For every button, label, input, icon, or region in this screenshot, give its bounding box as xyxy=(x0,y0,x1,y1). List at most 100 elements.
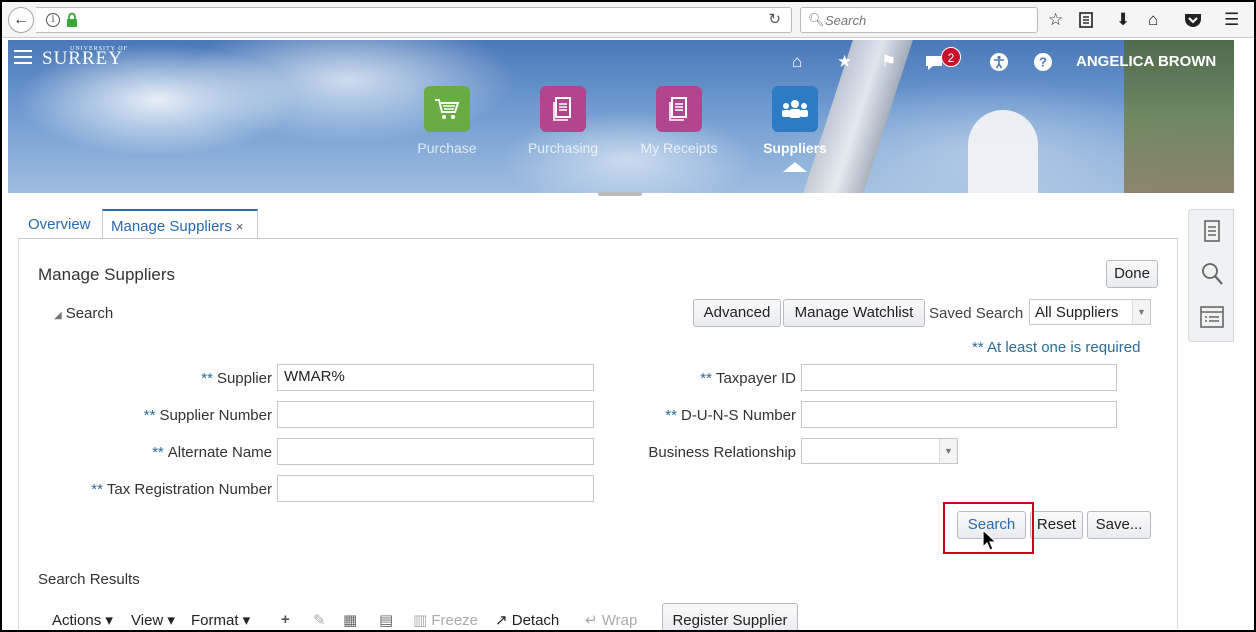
main-panel xyxy=(18,239,1178,630)
duns-number-input[interactable] xyxy=(801,401,1117,428)
pocket-icon[interactable] xyxy=(1184,12,1202,28)
lock-icon xyxy=(67,12,77,27)
manage-watchlist-button[interactable]: Manage Watchlist xyxy=(783,299,925,327)
navigator-menu-icon[interactable] xyxy=(14,50,32,64)
required-mark: ** xyxy=(665,407,677,424)
label-text: Supplier Number xyxy=(159,407,272,424)
done-button[interactable]: Done xyxy=(1106,260,1158,288)
filter-icon[interactable]: ▤ xyxy=(379,611,393,629)
app-suppliers[interactable]: Suppliers xyxy=(745,86,845,172)
flag-icon[interactable]: ⚑ xyxy=(881,52,896,72)
list-panel-icon[interactable] xyxy=(1199,303,1225,331)
home-icon[interactable]: ⌂ xyxy=(792,52,802,72)
label-text: Supplier xyxy=(216,370,272,387)
actions-label: Actions xyxy=(52,612,102,629)
banner-sculpture xyxy=(968,110,1038,193)
brand-text: SURREY xyxy=(42,48,123,69)
app-label: Purchase xyxy=(417,140,477,156)
wrap-button: ↵ Wrap xyxy=(585,612,638,629)
required-mark: ** xyxy=(700,370,712,387)
label-text: Alternate Name xyxy=(167,444,272,461)
business-relationship-select[interactable]: ▼ xyxy=(801,438,958,464)
reload-icon[interactable]: ↻ xyxy=(768,10,781,28)
business-relationship-label: Business Relationship xyxy=(602,444,796,461)
close-tab-icon[interactable]: × xyxy=(236,219,244,234)
search-section-header[interactable]: ◢ Search xyxy=(54,305,113,322)
back-arrow-icon[interactable]: ← xyxy=(8,7,34,33)
alternate-name-label: ** Alternate Name xyxy=(42,444,272,461)
supplier-label: ** Supplier xyxy=(42,370,272,387)
search-results-title: Search Results xyxy=(38,571,140,588)
app-frame: ← i ↻ 🔍︎ ☆ ⬇︎ ⌂ ☰ xyxy=(0,0,1256,632)
section-label: Search xyxy=(65,305,114,322)
help-icon[interactable]: ? xyxy=(1034,53,1052,71)
supplier-number-label: ** Supplier Number xyxy=(42,407,272,424)
supplier-input[interactable]: WMAR% xyxy=(277,364,594,391)
reading-list-icon[interactable] xyxy=(1078,12,1094,28)
browser-toolbar: ← i ↻ 🔍︎ ☆ ⬇︎ ⌂ ☰ xyxy=(2,2,1254,38)
detach-button[interactable]: ↗ Detach xyxy=(495,611,559,629)
menu-icon[interactable]: ☰ xyxy=(1224,10,1239,30)
tasks-icon[interactable] xyxy=(1199,218,1225,246)
actions-menu[interactable]: Actions ▾ xyxy=(52,611,113,629)
chevron-down-icon[interactable]: ▼ xyxy=(1132,300,1150,324)
browser-search-box[interactable]: 🔍︎ xyxy=(800,7,1038,33)
app-my-receipts[interactable]: My Receipts xyxy=(629,86,729,156)
download-icon[interactable]: ⬇︎ xyxy=(1116,10,1130,30)
browser-search-input[interactable] xyxy=(825,11,1025,29)
register-supplier-button[interactable]: Register Supplier xyxy=(662,603,798,630)
document-icon xyxy=(656,86,702,132)
duns-number-label: ** D-U-N-S Number xyxy=(602,407,796,424)
app-label: My Receipts xyxy=(640,140,718,156)
favorites-star-icon[interactable]: ★ xyxy=(837,52,852,72)
tax-registration-label: ** Tax Registration Number xyxy=(42,481,272,498)
star-icon[interactable]: ☆ xyxy=(1048,10,1063,30)
search-panel-icon[interactable] xyxy=(1199,260,1225,288)
notification-badge[interactable]: 2 xyxy=(941,47,961,67)
document-icon xyxy=(540,86,586,132)
tab-overview[interactable]: Overview xyxy=(28,209,91,239)
view-label: View xyxy=(131,612,164,629)
columns-icon[interactable]: ▦ xyxy=(343,611,357,629)
header-banner: UNIVERSITY OF SURREY ⌂ ★ ⚑ 2 ? ANGELICA … xyxy=(8,40,1234,193)
reset-button[interactable]: Reset xyxy=(1030,511,1083,539)
required-mark: ** xyxy=(91,481,103,498)
active-app-caret xyxy=(783,162,807,172)
label-text: Taxpayer ID xyxy=(715,370,796,387)
saved-search-select[interactable]: All Suppliers ▼ xyxy=(1029,299,1151,325)
add-icon[interactable]: + xyxy=(281,611,290,628)
tab-manage-suppliers[interactable]: Manage Suppliers × xyxy=(102,209,258,239)
required-mark: ** xyxy=(143,407,156,424)
university-logo[interactable]: UNIVERSITY OF SURREY xyxy=(42,46,128,70)
panel-drawer xyxy=(1188,209,1234,342)
user-menu[interactable]: ANGELICA BROWN xyxy=(1076,53,1216,70)
label-text: Tax Registration Number xyxy=(106,481,272,498)
app-purchase[interactable]: Purchase xyxy=(397,86,497,156)
home-icon[interactable]: ⌂ xyxy=(1148,10,1158,30)
tax-registration-input[interactable] xyxy=(277,475,594,502)
freeze-label: Freeze xyxy=(431,612,479,629)
banner-collapse-handle[interactable] xyxy=(598,192,642,196)
app-purchasing[interactable]: Purchasing xyxy=(513,86,613,156)
accessibility-icon[interactable] xyxy=(990,53,1008,71)
view-menu[interactable]: View ▾ xyxy=(131,611,175,629)
taxpayer-id-label: ** Taxpayer ID xyxy=(602,370,796,387)
wrap-label: Wrap xyxy=(601,612,638,629)
saved-search-label: Saved Search xyxy=(929,305,1024,322)
info-icon[interactable]: i xyxy=(46,13,60,27)
supplier-number-input[interactable] xyxy=(277,401,594,428)
app-label: Suppliers xyxy=(763,140,827,156)
label-text: D-U-N-S Number xyxy=(680,407,796,424)
advanced-button[interactable]: Advanced xyxy=(693,299,781,327)
chevron-down-icon[interactable]: ▼ xyxy=(939,439,957,463)
save-button[interactable]: Save... xyxy=(1087,511,1151,539)
format-menu[interactable]: Format ▾ xyxy=(191,611,250,629)
required-mark: ** xyxy=(152,444,164,461)
cart-icon xyxy=(424,86,470,132)
alternate-name-input[interactable] xyxy=(277,438,594,465)
collapse-triangle-icon[interactable]: ◢ xyxy=(54,310,62,321)
search-icon: 🔍︎ xyxy=(808,12,825,27)
taxpayer-id-input[interactable] xyxy=(801,364,1117,391)
group-icon xyxy=(772,86,818,132)
url-bar[interactable]: i ↻ xyxy=(36,7,792,33)
